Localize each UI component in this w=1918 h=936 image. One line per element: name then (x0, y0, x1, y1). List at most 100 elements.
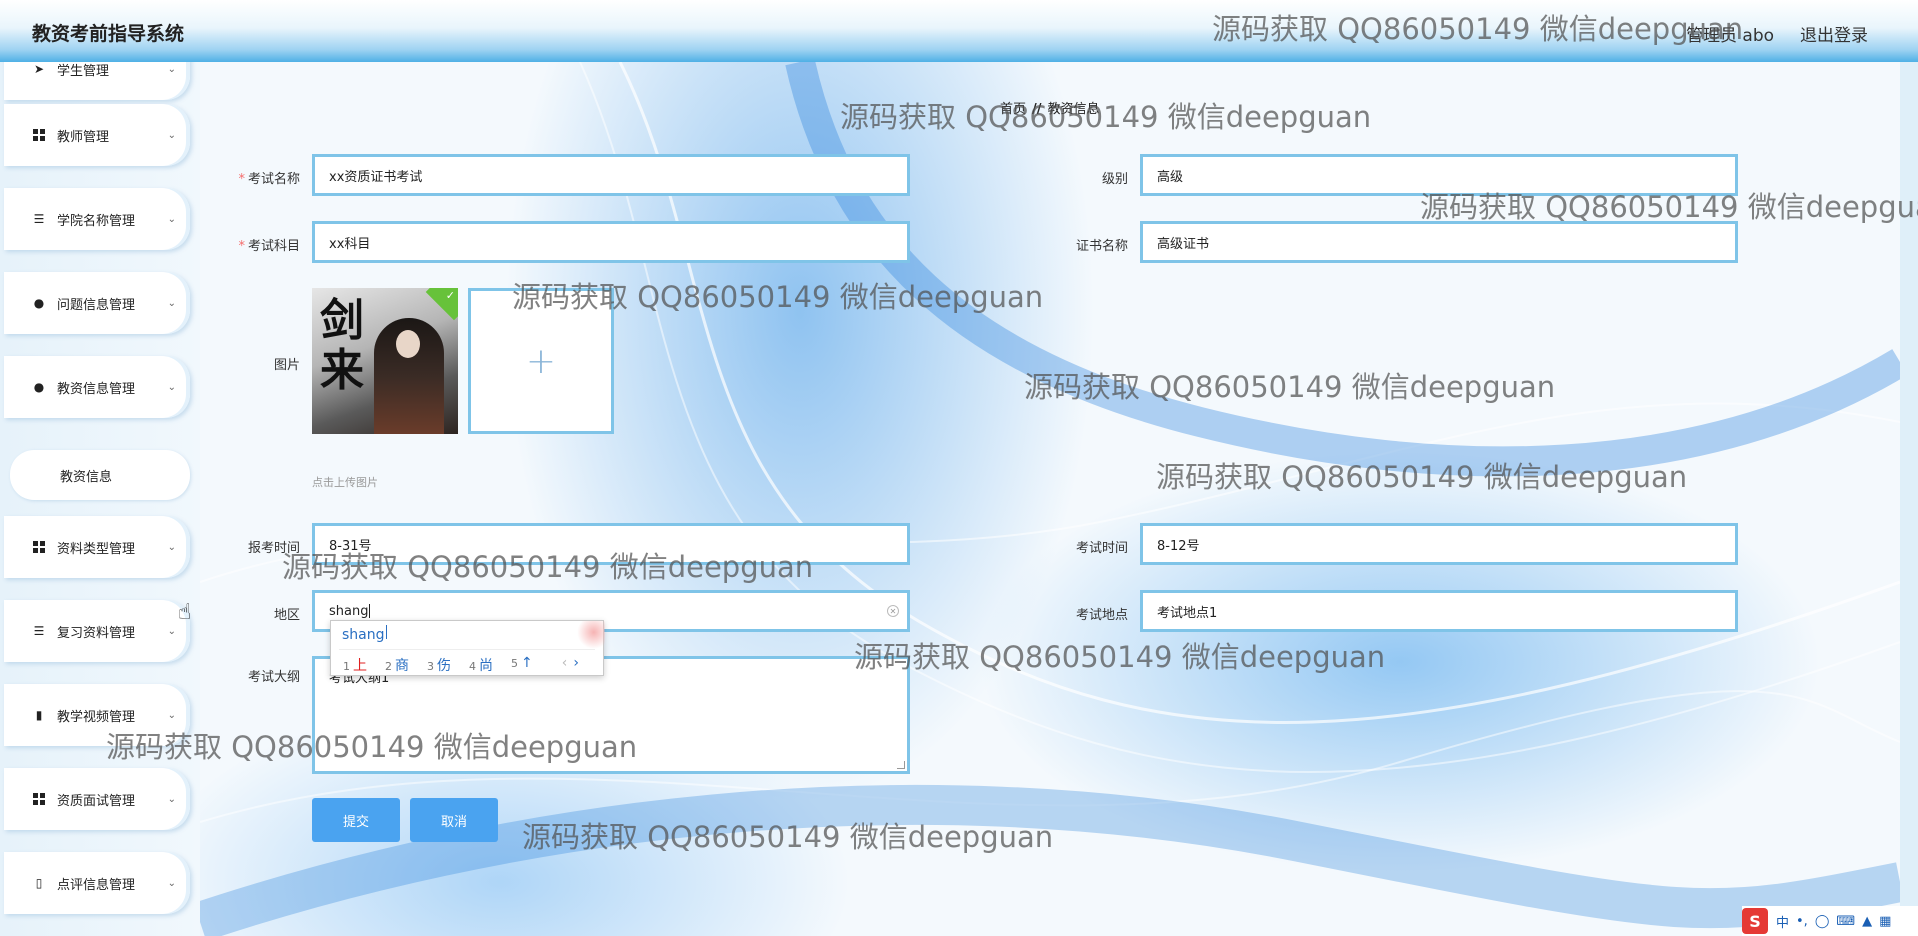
books-icon: ▯ (35, 876, 43, 890)
exam-time-label: 考试时间 (1075, 541, 1128, 556)
ime-candidates: 1上 2商 3伤 4尚 5 ↑ (343, 655, 551, 675)
clear-icon[interactable]: ✕ (887, 605, 899, 617)
user-icon: ● (33, 296, 45, 310)
sidebar-item-colleges[interactable]: ☰ 学院名称管理 ⌄ (4, 188, 190, 250)
send-icon: ➤ (33, 62, 45, 76)
image-label: 图片 (273, 358, 300, 373)
chevron-down-icon: ⌄ (167, 381, 176, 393)
level-label: 级别 (1101, 172, 1128, 187)
skin-icon[interactable]: ▲ (1862, 914, 1872, 929)
chevron-left-icon[interactable]: ‹ (562, 655, 568, 671)
ime-candidate-popup: shang 1上 2商 3伤 4尚 5 ↑ ‹ › (330, 620, 605, 676)
breadcrumb-home[interactable]: 首页 (1000, 102, 1026, 117)
logout-button[interactable]: 退出登录 (1800, 21, 1868, 46)
sidebar-item-qualification[interactable]: ● 教资信息管理 ⌄ (4, 356, 190, 418)
level-input[interactable]: 高级 (1140, 154, 1738, 196)
sidebar-item-teachers[interactable]: 教师管理 ⌄ (4, 104, 190, 166)
grid-icon (32, 792, 46, 806)
ime-candidate[interactable]: 1上 (343, 655, 367, 675)
app-title: 教资考前指导系统 (32, 23, 185, 45)
sidebar-item-label: 点评信息管理 (57, 877, 136, 893)
sidebar-item-label: 资料类型管理 (57, 541, 136, 557)
ime-candidate[interactable]: 2商 (385, 655, 409, 675)
chevron-down-icon: ⌄ (167, 297, 176, 309)
sidebar-item-material-types[interactable]: 资料类型管理 ⌄ (4, 516, 190, 578)
exam-time-input[interactable]: 8-12号 (1140, 523, 1738, 565)
check-icon: ✓ (445, 289, 455, 302)
sidebar-item-videos[interactable]: ▮ 教学视频管理 ⌄ (4, 684, 190, 746)
toolbox-icon[interactable]: ▦ (1879, 914, 1891, 929)
sidebar-item-label: 学生管理 (57, 63, 110, 79)
sliders-icon: ☰ (33, 212, 45, 226)
subject-label: * 考试科目 (238, 239, 300, 254)
sidebar: ➤ 学生管理 ⌄ 教师管理 ⌄ ☰ 学院名称管理 ⌄ ● 问题信息管理 ⌄ ● … (0, 62, 200, 936)
text-caret (369, 604, 371, 618)
sidebar-item-interviews[interactable]: 资质面试管理 ⌄ (4, 768, 190, 830)
certificate-input[interactable]: 高级证书 (1140, 221, 1738, 263)
subject-input[interactable]: xx科目 (312, 221, 910, 263)
resize-handle[interactable] (897, 761, 905, 769)
user-icon: ● (33, 380, 45, 394)
register-time-label: 报考时间 (247, 541, 300, 556)
hand-cursor-icon: ☝ (178, 600, 192, 625)
chevron-down-icon: ⌄ (167, 877, 176, 889)
microphone-icon[interactable]: ◯ (1815, 914, 1830, 929)
ime-composition: shang (342, 625, 387, 643)
chevron-down-icon: ⌄ (167, 213, 176, 225)
sogou-logo-icon: S (1742, 908, 1768, 934)
ime-candidate[interactable]: 3伤 (427, 655, 451, 675)
list-icon: ☰ (33, 624, 45, 638)
sidebar-item-label: 资质面试管理 (57, 793, 136, 809)
bar-chart-icon: ▮ (35, 708, 43, 722)
ime-candidate[interactable]: 4尚 (469, 655, 493, 675)
certificate-label: 证书名称 (1075, 239, 1128, 254)
image-face (396, 330, 420, 358)
keyboard-icon[interactable]: ⌨ (1836, 914, 1855, 929)
sidebar-item-students[interactable]: ➤ 学生管理 ⌄ (4, 62, 190, 100)
chevron-down-icon: ⌄ (167, 129, 176, 141)
sidebar-item-review-materials[interactable]: ☰ 复习资料管理 ⌄ (4, 600, 190, 662)
sidebar-item-label: 教资信息管理 (57, 381, 136, 397)
ime-mode-indicator[interactable]: 中 (1776, 912, 1789, 931)
upload-tip: 点击上传图片 (312, 476, 378, 489)
chevron-right-icon[interactable]: › (573, 655, 579, 671)
ime-skin-decoration (577, 621, 605, 649)
region-input-value: shang (329, 603, 369, 619)
register-time-input[interactable]: 8-31号 (312, 523, 910, 565)
chevron-down-icon: ⌄ (167, 625, 176, 637)
sidebar-item-label: 问题信息管理 (57, 297, 136, 313)
ime-toolbar[interactable]: S 中 •, ◯ ⌨ ▲ ▦ (1742, 906, 1918, 936)
top-header: 教资考前指导系统 管理员 abo 退出登录 (0, 0, 1918, 62)
image-calligraphy: 剑来 (320, 295, 364, 396)
chevron-down-icon: ⌄ (167, 541, 176, 553)
punctuation-icon[interactable]: •, (1796, 914, 1808, 929)
current-user: 管理员 abo (1686, 26, 1775, 46)
exam-name-label: * 考试名称 (238, 172, 300, 187)
sidebar-item-label: 复习资料管理 (57, 625, 136, 641)
main-content: 首页 // 教资信息 * 考试名称 xx资质证书考试 级别 高级 * 考试科目 xx科目… (200, 62, 1900, 936)
breadcrumb: 首页 // 教资信息 (1000, 98, 1100, 117)
sidebar-item-questions[interactable]: ● 问题信息管理 ⌄ (4, 272, 190, 334)
chevron-down-icon: ⌄ (167, 709, 176, 721)
ime-page-nav[interactable]: ‹ › (562, 655, 579, 671)
exam-name-input[interactable]: xx资质证书考试 (312, 154, 910, 196)
outline-label: 考试大纲 (247, 670, 300, 685)
sidebar-item-label: 教师管理 (57, 129, 110, 145)
sidebar-item-label: 学院名称管理 (57, 213, 136, 229)
chevron-down-icon: ⌄ (167, 63, 176, 75)
location-input[interactable]: 考试地点1 (1140, 590, 1738, 632)
sidebar-subitem-qualification-info[interactable]: 教资信息 (10, 450, 190, 500)
grid-icon (32, 128, 46, 142)
uploaded-image-thumbnail[interactable]: 剑来 ✓ (312, 288, 458, 434)
breadcrumb-separator: // (1032, 102, 1042, 117)
submit-button[interactable]: 提交 (312, 798, 400, 842)
breadcrumb-current: 教资信息 (1047, 102, 1100, 117)
sidebar-item-label: 教学视频管理 (57, 709, 136, 725)
region-label: 地区 (273, 608, 300, 623)
upload-image-button[interactable]: + (468, 288, 614, 434)
cancel-button[interactable]: 取消 (410, 798, 498, 842)
location-label: 考试地点 (1075, 608, 1128, 623)
sidebar-item-reviews[interactable]: ▯ 点评信息管理 ⌄ (4, 852, 190, 914)
grid-icon (32, 540, 46, 554)
ime-candidate[interactable]: 5 ↑ (511, 655, 533, 675)
